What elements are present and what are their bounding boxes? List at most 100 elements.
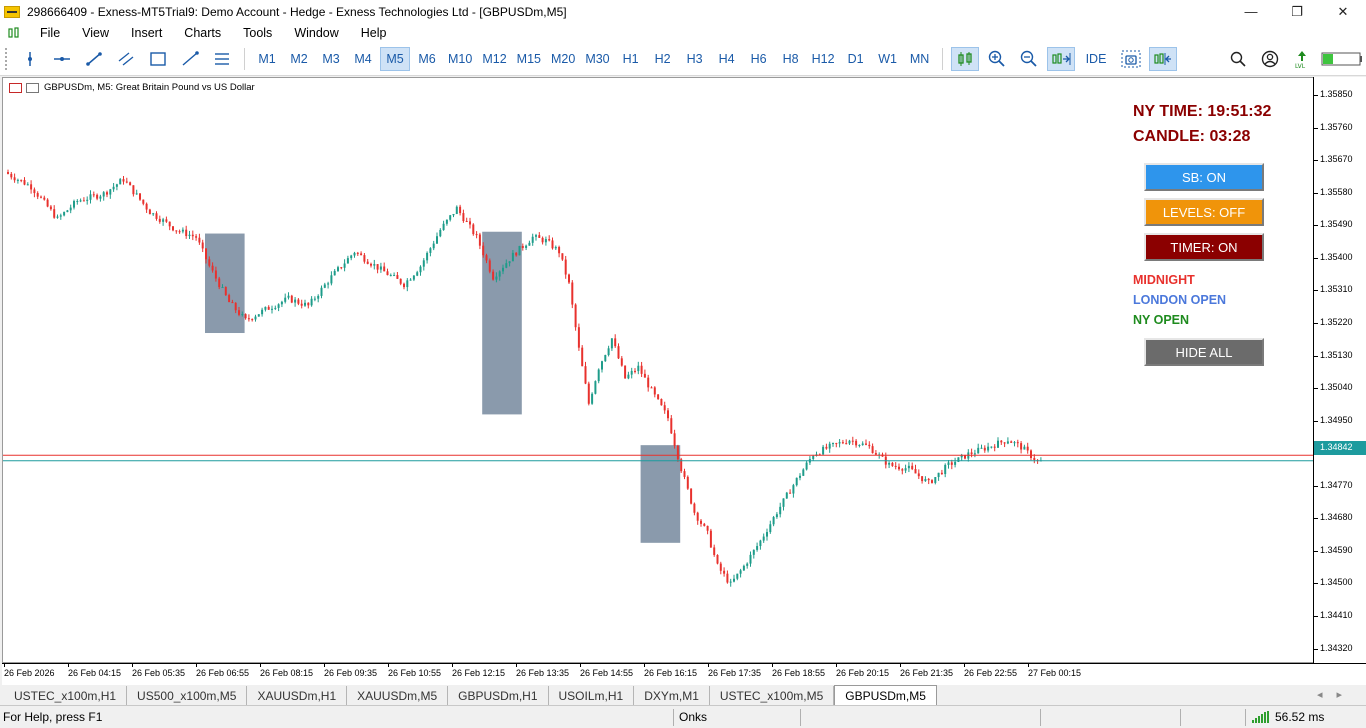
- timeframe-m15[interactable]: M15: [513, 47, 545, 71]
- candle-bear: [155, 213, 158, 219]
- timeframe-m10[interactable]: M10: [444, 47, 476, 71]
- vertical-line-icon[interactable]: [16, 47, 44, 71]
- candle-bull: [135, 193, 138, 195]
- screenshot-icon[interactable]: [1117, 47, 1145, 71]
- tab-ustec-m5[interactable]: USTEC_x100m,M5: [710, 686, 835, 705]
- candle-bull: [766, 532, 768, 537]
- candle-bear: [558, 246, 561, 254]
- candle-bull: [1006, 441, 1009, 444]
- candle-bear: [247, 318, 250, 320]
- menu-file[interactable]: File: [29, 26, 71, 40]
- timer-toggle-button[interactable]: TIMER: ON: [1144, 233, 1264, 261]
- status-bar: For Help, press F1 Onks 56.52 ms: [0, 707, 1366, 728]
- timeframe-m5[interactable]: M5: [380, 47, 410, 71]
- tab-xauusd-h1[interactable]: XAUUSDm,H1: [247, 686, 348, 705]
- timeframe-m6[interactable]: M6: [412, 47, 442, 71]
- account-icon[interactable]: [1256, 47, 1284, 71]
- timeframe-m20[interactable]: M20: [547, 47, 579, 71]
- toolbar-grip[interactable]: [5, 48, 8, 70]
- zoom-out-icon[interactable]: [1015, 47, 1043, 71]
- levels-toggle-button[interactable]: LEVELS: OFF: [1144, 198, 1264, 226]
- minimize-button[interactable]: —: [1228, 0, 1274, 23]
- time-tick-label: 26 Feb 13:35: [516, 668, 570, 678]
- timeframe-h8[interactable]: H8: [776, 47, 806, 71]
- price-chart[interactable]: [3, 78, 1314, 663]
- restore-button[interactable]: ❐: [1274, 0, 1320, 23]
- text-lines-icon[interactable]: [208, 47, 236, 71]
- candle-bear: [647, 377, 650, 388]
- timeframe-m30[interactable]: M30: [581, 47, 613, 71]
- candlesticks-icon[interactable]: [950, 47, 979, 71]
- timeframe-h6[interactable]: H6: [744, 47, 774, 71]
- app-icon: [4, 5, 20, 18]
- chart-shift-icon[interactable]: [1149, 47, 1178, 71]
- timeframe-h4[interactable]: H4: [712, 47, 742, 71]
- timeframe-h1[interactable]: H1: [616, 47, 646, 71]
- timeframe-h12[interactable]: H12: [808, 47, 839, 71]
- candle-bull: [264, 306, 267, 310]
- zoom-in-icon[interactable]: [983, 47, 1011, 71]
- candle-bear: [185, 229, 188, 237]
- price-axis[interactable]: 1.35850 1.35760 1.35670 1.35580 1.35490 1.354…: [1313, 77, 1366, 663]
- tab-usoil-h1[interactable]: USOILm,H1: [549, 686, 635, 705]
- timeframe-m3[interactable]: M3: [316, 47, 346, 71]
- chart-area[interactable]: GBPUSDm, M5: Great Britain Pound vs US D…: [2, 77, 1314, 663]
- ide-button[interactable]: IDE: [1078, 47, 1115, 71]
- timeframe-mn[interactable]: MN: [905, 47, 935, 71]
- tab-ustec-h1[interactable]: USTEC_x100m,H1: [4, 686, 128, 705]
- close-button[interactable]: ✕: [1320, 0, 1366, 23]
- timeframe-m4[interactable]: M4: [348, 47, 378, 71]
- menu-tools[interactable]: Tools: [232, 26, 283, 40]
- hide-all-button[interactable]: HIDE ALL: [1144, 338, 1264, 366]
- candle-bull: [528, 242, 531, 246]
- menu-insert[interactable]: Insert: [120, 26, 173, 40]
- candle-bull: [954, 461, 957, 465]
- timeframe-m1[interactable]: M1: [252, 47, 282, 71]
- candle-bear: [921, 476, 924, 482]
- price-tick-label: 1.35130: [1320, 349, 1353, 360]
- tab-us500-m5[interactable]: US500_x100m,M5: [127, 686, 248, 705]
- candle-bear: [868, 444, 871, 447]
- fibonacci-icon[interactable]: [176, 47, 204, 71]
- timeframe-h2[interactable]: H2: [648, 47, 678, 71]
- menu-window[interactable]: Window: [283, 26, 349, 40]
- time-axis[interactable]: 26 Feb 2026 26 Feb 04:15 26 Feb 05:35 26 Fe…: [2, 663, 1366, 685]
- candle-bull: [947, 462, 950, 465]
- timeframe-w1[interactable]: W1: [873, 47, 903, 71]
- menu-help[interactable]: Help: [350, 26, 398, 40]
- channel-icon[interactable]: [112, 47, 140, 71]
- connection-status[interactable]: 56.52 ms: [1252, 710, 1324, 724]
- tab-gbpusd-h1[interactable]: GBPUSDm,H1: [448, 686, 549, 705]
- candle-bull: [56, 216, 59, 218]
- timeframe-m12[interactable]: M12: [478, 47, 510, 71]
- menu-charts[interactable]: Charts: [173, 26, 232, 40]
- horizontal-line-icon[interactable]: [48, 47, 76, 71]
- candle-bear: [874, 453, 877, 455]
- candle-bull: [261, 309, 264, 315]
- sb-toggle-button[interactable]: SB: ON: [1144, 163, 1264, 191]
- candle-bear: [485, 255, 488, 261]
- tab-xauusd-m5[interactable]: XAUUSDm,M5: [347, 686, 449, 705]
- status-separator: [1040, 709, 1041, 726]
- rectangle-icon[interactable]: [144, 47, 172, 71]
- search-icon[interactable]: [1224, 47, 1252, 71]
- menu-view[interactable]: View: [71, 26, 120, 40]
- chart-bars-icon[interactable]: [7, 27, 21, 39]
- timeframe-h3[interactable]: H3: [680, 47, 710, 71]
- candle-bull: [373, 264, 376, 266]
- timeframe-d1[interactable]: D1: [841, 47, 871, 71]
- candle-bear: [541, 237, 544, 243]
- timeframe-m2[interactable]: M2: [284, 47, 314, 71]
- auto-scroll-icon[interactable]: [1046, 47, 1075, 71]
- candle-bear: [891, 462, 894, 466]
- candle-bull: [254, 316, 257, 320]
- tab-dxy-m1[interactable]: DXYm,M1: [634, 686, 710, 705]
- tab-gbpusd-m5[interactable]: GBPUSDm,M5: [834, 685, 937, 705]
- time-tick-label: 26 Feb 21:35: [900, 668, 954, 678]
- candle-bull: [502, 267, 504, 272]
- price-tick-label: 1.35670: [1320, 154, 1353, 165]
- candle-bear: [478, 234, 481, 246]
- tab-scroll-arrows[interactable]: ◂▸: [1317, 688, 1356, 701]
- candle-bull: [16, 179, 19, 181]
- trend-line-icon[interactable]: [80, 47, 108, 71]
